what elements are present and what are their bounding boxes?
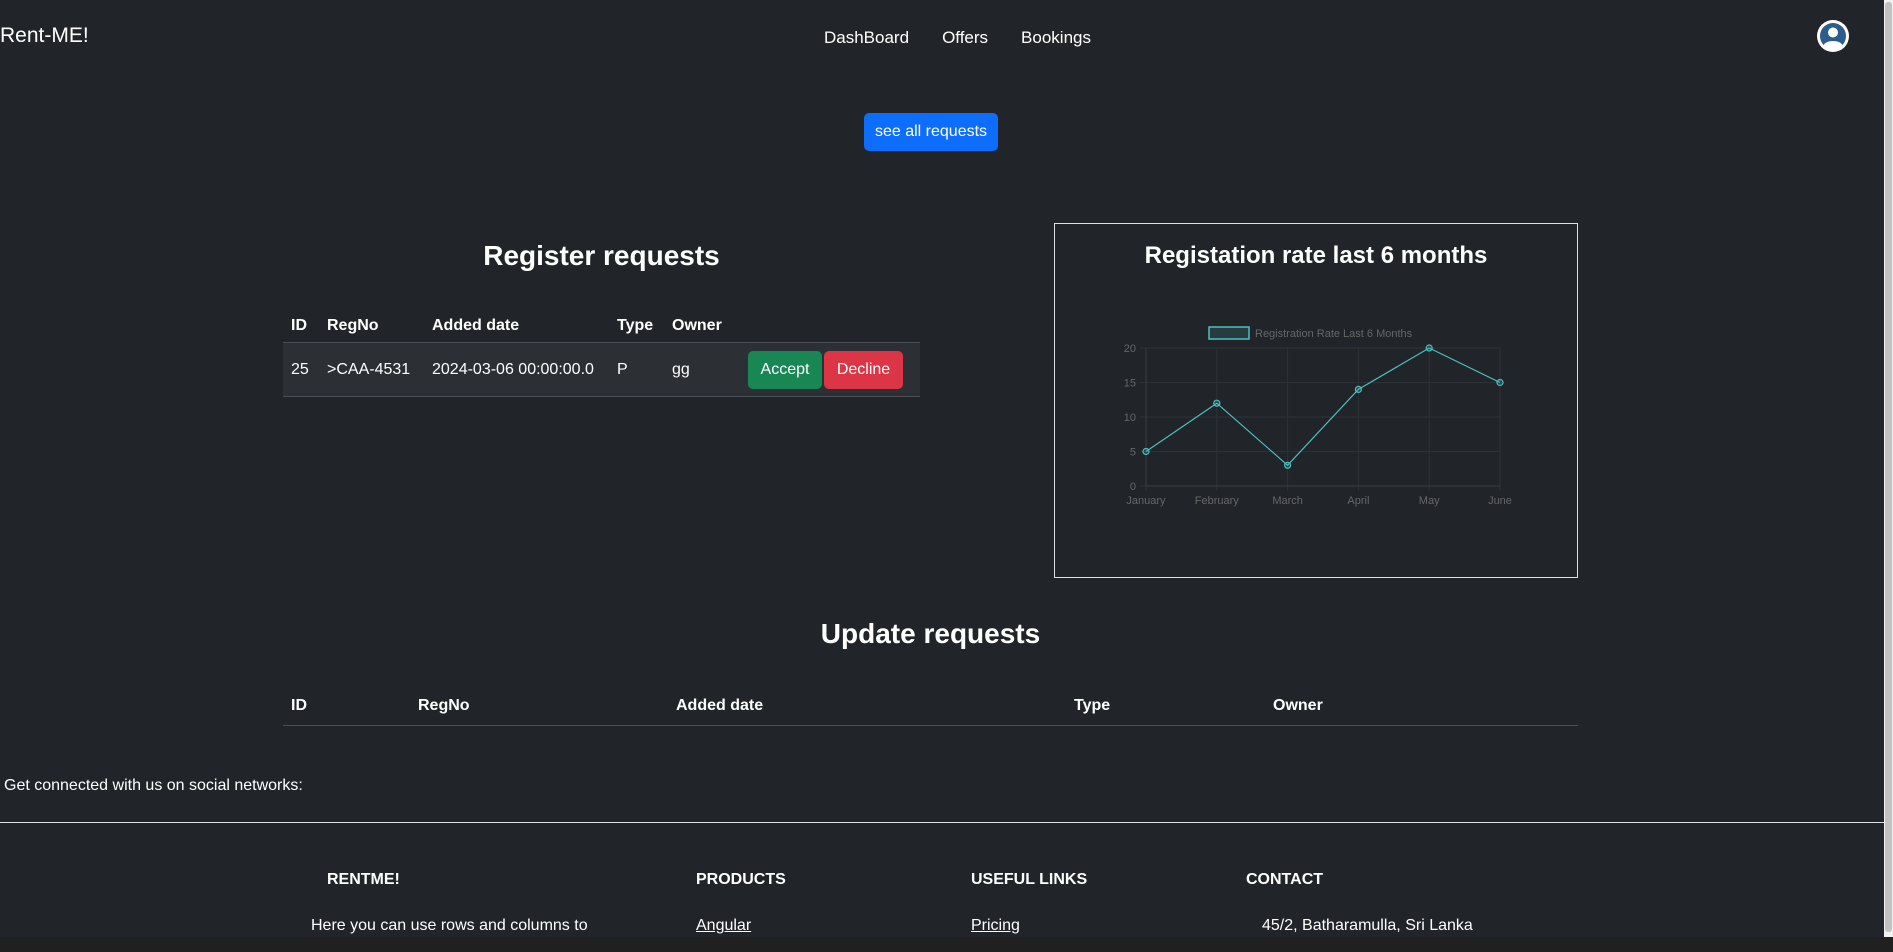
user-avatar-icon[interactable]	[1817, 20, 1849, 52]
table-row: 25 >CAA-4531 2024-03-06 00:00:00.0 P gg …	[283, 342, 920, 397]
y-tick-label: 20	[1124, 343, 1136, 355]
x-tick-label: February	[1195, 495, 1240, 507]
legend-label: Registration Rate Last 6 Months	[1255, 328, 1413, 340]
cell-actions: Accept Decline	[740, 342, 920, 397]
footer-heading-products: PRODUCTS	[696, 871, 786, 888]
upd-col-id: ID	[291, 697, 307, 714]
data-point	[1496, 378, 1504, 387]
footer-heading-rentme: RENTME!	[327, 871, 400, 888]
x-tick-label: March	[1272, 495, 1303, 507]
upd-col-added-date: Added date	[676, 697, 764, 714]
registration-line-chart: 0 5 10 15 20 January February March April May June…	[1124, 326, 1512, 507]
register-requests-table: ID RegNo Added date Type Owner 25 >CAA-4…	[283, 310, 920, 397]
y-tick-label: 15	[1124, 378, 1136, 390]
data-point	[1142, 447, 1150, 456]
brand-logo[interactable]: Rent-ME!	[0, 24, 89, 48]
main-nav: DashBoard Offers Bookings	[824, 28, 1091, 48]
data-point	[1354, 385, 1362, 393]
see-all-requests-button[interactable]: see all requests	[864, 113, 998, 151]
y-tick-label: 10	[1124, 412, 1136, 424]
x-tick-label: May	[1419, 495, 1440, 507]
col-added-date: Added date	[424, 310, 609, 343]
cell-regno: >CAA-4531	[319, 342, 424, 397]
legend-swatch	[1208, 326, 1250, 340]
data-point	[1213, 399, 1221, 407]
footer-link-pricing[interactable]: Pricing	[971, 917, 1020, 935]
registration-chart-card: Registation rate last 6 months 0 5 10 15 20 J…	[1054, 223, 1578, 578]
update-requests-table-header: ID RegNo Added date Type Owner	[283, 690, 1578, 726]
update-requests-title: Update requests	[820, 618, 1041, 649]
col-actions	[740, 310, 920, 343]
col-type: Type	[609, 310, 664, 343]
nav-dashboard[interactable]: DashBoard	[824, 28, 909, 48]
footer-contact-address: 45/2, Batharamulla, Sri Lanka	[1262, 917, 1473, 934]
register-requests-title: Register requests	[483, 240, 720, 271]
social-networks-text: Get connected with us on social networks…	[4, 777, 303, 794]
cell-type: P	[609, 342, 664, 397]
os-taskbar	[0, 937, 1893, 952]
x-tick-label: January	[1126, 495, 1166, 507]
upd-col-regno: RegNo	[418, 697, 470, 714]
upd-col-owner: Owner	[1273, 697, 1323, 714]
y-tick-label: 5	[1130, 447, 1136, 459]
x-tick-label: April	[1347, 495, 1369, 507]
series-line	[1145, 347, 1501, 467]
accept-button[interactable]: Accept	[748, 350, 822, 389]
x-tick-label: June	[1488, 495, 1512, 507]
footer-link-angular[interactable]: Angular	[696, 917, 751, 935]
cell-owner: gg	[664, 342, 740, 397]
nav-bookings[interactable]: Bookings	[1021, 28, 1091, 48]
y-tick-label: 0	[1130, 481, 1136, 493]
footer-heading-useful-links: USEFUL LINKS	[971, 871, 1088, 888]
data-point	[1284, 461, 1292, 469]
col-regno: RegNo	[319, 310, 424, 343]
decline-button[interactable]: Decline	[824, 350, 903, 389]
footer-divider	[0, 822, 1884, 823]
data-point	[1425, 344, 1433, 352]
footer-heading-contact: CONTACT	[1246, 871, 1324, 888]
table-header-row: ID RegNo Added date Type Owner	[283, 310, 920, 343]
cell-id: 25	[283, 342, 319, 397]
upd-col-type: Type	[1074, 697, 1111, 714]
cell-added-date: 2024-03-06 00:00:00.0	[424, 342, 609, 397]
nav-offers[interactable]: Offers	[942, 28, 988, 48]
scrollbar-thumb[interactable]	[1885, 2, 1892, 932]
footer-rentme-text: Here you can use rows and columns to	[311, 917, 588, 934]
col-owner: Owner	[664, 310, 740, 343]
col-id: ID	[283, 310, 319, 343]
